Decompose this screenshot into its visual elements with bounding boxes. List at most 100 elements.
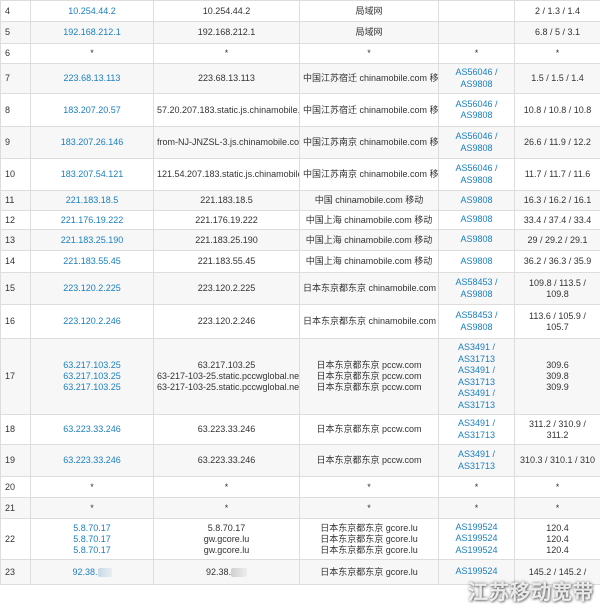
ip-link[interactable]: 223.120.2.225 [34,283,150,294]
ip-link[interactable]: 183.207.26.146 [34,137,150,148]
hop-number: 4 [0,0,31,22]
hop-row: 18 63.223.33.246 63.223.33.246 日本东京都东京 pccw… [0,414,600,445]
ip-link[interactable]: 92.38. [34,567,150,578]
asn-link[interactable]: AS31713 [442,354,511,366]
asn-link[interactable]: AS9808 [442,195,511,207]
location-text: 中国上海 chinamobile.com 移动 [305,256,433,266]
masked-ip [97,567,112,577]
ip-link[interactable]: 63.217.103.25 [34,360,150,371]
hop-row: 11 221.183.18.5 221.183.18.5 中国 chinamobile… [0,190,600,211]
hop-hostname: * [153,43,300,64]
asn-link[interactable]: AS199524 [442,522,511,534]
latency-text: 10.8 / 10.8 / 10.8 [523,104,592,115]
hop-asn: AS58453 /AS9808 [438,304,515,339]
ip-link[interactable]: 183.207.20.57 [34,105,150,116]
hop-asn: AS56046 /AS9808 [438,158,515,191]
asn-link[interactable]: AS199524 [442,545,511,557]
hostname-text: from-NJ-JNZSL-3.js.chinamobile.com [157,137,300,147]
ip-link[interactable]: 63.217.103.25 [34,382,150,393]
hop-number: 18 [0,414,31,445]
latency-text: 109.8 / 113.5 / [529,277,586,288]
ip-link[interactable]: 223.68.13.113 [34,73,150,84]
hop-asn: AS9808 [438,229,515,251]
hostname-text: * [224,481,229,492]
hop-row: 15 223.120.2.225 223.120.2.225 日本东京都东京 chin… [0,272,600,305]
hop-hostname: 63.217.103.25 63-217-103-25.static.pccwgl… [153,338,300,415]
hop-latency: 6.8 / 5 / 3.1 [514,21,600,44]
ip-link[interactable]: 192.168.212.1 [34,27,150,38]
ip-link[interactable]: 5.8.70.17 [34,545,150,556]
hop-hostname: * [153,497,300,519]
latency-text: 311.2 [546,429,569,440]
hop-location: 中国上海 chinamobile.com 移动 [299,229,439,251]
asn-link[interactable]: AS31713 [442,430,511,442]
asn-link[interactable]: AS9808 [442,143,511,155]
ip-link[interactable]: 63.223.33.246 [34,455,150,466]
hop-ip: 221.176.19.222 [30,210,154,230]
ip-link[interactable]: 63.223.33.246 [34,424,150,435]
asn-link[interactable]: AS58453 / [442,310,511,322]
hop-row: 20 * * * * * [0,476,600,498]
asn-link[interactable]: AS9808 [442,322,511,334]
asn-link[interactable]: AS3491 / [442,449,511,461]
hostname-text: 63.223.33.246 [197,455,256,465]
ip-link[interactable]: 221.176.19.222 [34,215,150,226]
hop-latency: 310.3 / 310.1 / 310 [514,444,600,477]
asn-link[interactable]: AS56046 / [442,67,511,79]
ip-link[interactable]: 10.254.44.2 [34,6,150,17]
asn-link[interactable]: AS31713 [442,377,511,389]
asn-link[interactable]: AS9808 [442,110,511,122]
hop-hostname: * [153,476,300,498]
traceroute-table: 4 10.254.44.2 10.254.44.2 局域网 2 / 1.3 / 1.4 5… [0,0,600,585]
asn-link[interactable]: AS31713 [442,461,511,473]
hop-location: * [299,497,439,519]
hop-ip: 221.183.55.45 [30,250,154,273]
latency-text: 311.2 / 310.9 / [529,418,586,429]
ip-link[interactable]: 221.183.18.5 [34,195,150,206]
hop-row: 10 183.207.54.121 121.54.207.183.static.js… [0,158,600,191]
hop-asn: AS56046 /AS9808 [438,63,515,94]
latency-text: * [555,48,560,58]
hostname-text: 221.183.55.45 [197,256,256,266]
asn-link[interactable]: AS58453 / [442,277,511,289]
ip-link[interactable]: 63.217.103.25 [34,371,150,382]
hop-number: 16 [0,304,31,339]
hop-latency: 11.7 / 11.7 / 11.6 [514,158,600,191]
asn-link[interactable]: AS56046 / [442,163,511,175]
hop-row: 5 192.168.212.1 192.168.212.1 局域网 6.8 / 5 / … [0,21,600,44]
hop-hostname: 92.38. [153,559,300,585]
ip-link[interactable]: 223.120.2.246 [34,316,150,327]
ip-link[interactable]: 183.207.54.121 [34,169,150,180]
hop-latency: * [514,43,600,64]
ip-link[interactable]: 5.8.70.17 [34,534,150,545]
asn-link[interactable]: AS3491 / [442,388,511,400]
asn-link[interactable]: AS3491 / [442,342,511,354]
asn-link[interactable]: AS3491 / [442,418,511,430]
asn-link[interactable]: AS9808 [442,175,511,187]
asn-link[interactable]: AS56046 / [442,99,511,111]
asn-link[interactable]: AS9808 [442,234,511,246]
location-text: 日本东京都东京 pccw.com [316,455,422,465]
ip-link[interactable]: 221.183.25.190 [34,235,150,246]
hop-location: 日本东京都东京 gcore.lu [299,559,439,585]
asn-link[interactable]: AS9808 [442,214,511,226]
asn-link[interactable]: AS9808 [442,289,511,301]
asn-link[interactable]: AS31713 [442,400,511,412]
asn-link[interactable]: AS9808 [442,79,511,91]
ip-link[interactable]: 221.183.55.45 [34,256,150,267]
hostname-text: 221.183.18.5 [200,195,253,205]
hop-asn: AS3491 /AS31713 [438,444,515,477]
hop-number: 5 [0,21,31,44]
asn-link[interactable]: AS3491 / [442,365,511,377]
asn-link[interactable]: AS9808 [442,256,511,268]
hop-row: 22 5.8.70.17 5.8.70.17 5.8.70.17 5.8.70.17 gw… [0,518,600,560]
hop-location: 中国上海 chinamobile.com 移动 [299,210,439,230]
asn-link[interactable]: AS56046 / [442,131,511,143]
hop-ip: 63.223.33.246 [30,444,154,477]
location-text: * [367,48,371,58]
hop-row: 21 * * * * * [0,497,600,519]
ip-link[interactable]: 5.8.70.17 [34,523,150,534]
hop-row: 14 221.183.55.45 221.183.55.45 中国上海 chinamo… [0,250,600,273]
asn-link[interactable]: AS199524 [442,533,511,545]
hop-latency: 29 / 29.2 / 29.1 [514,229,600,251]
